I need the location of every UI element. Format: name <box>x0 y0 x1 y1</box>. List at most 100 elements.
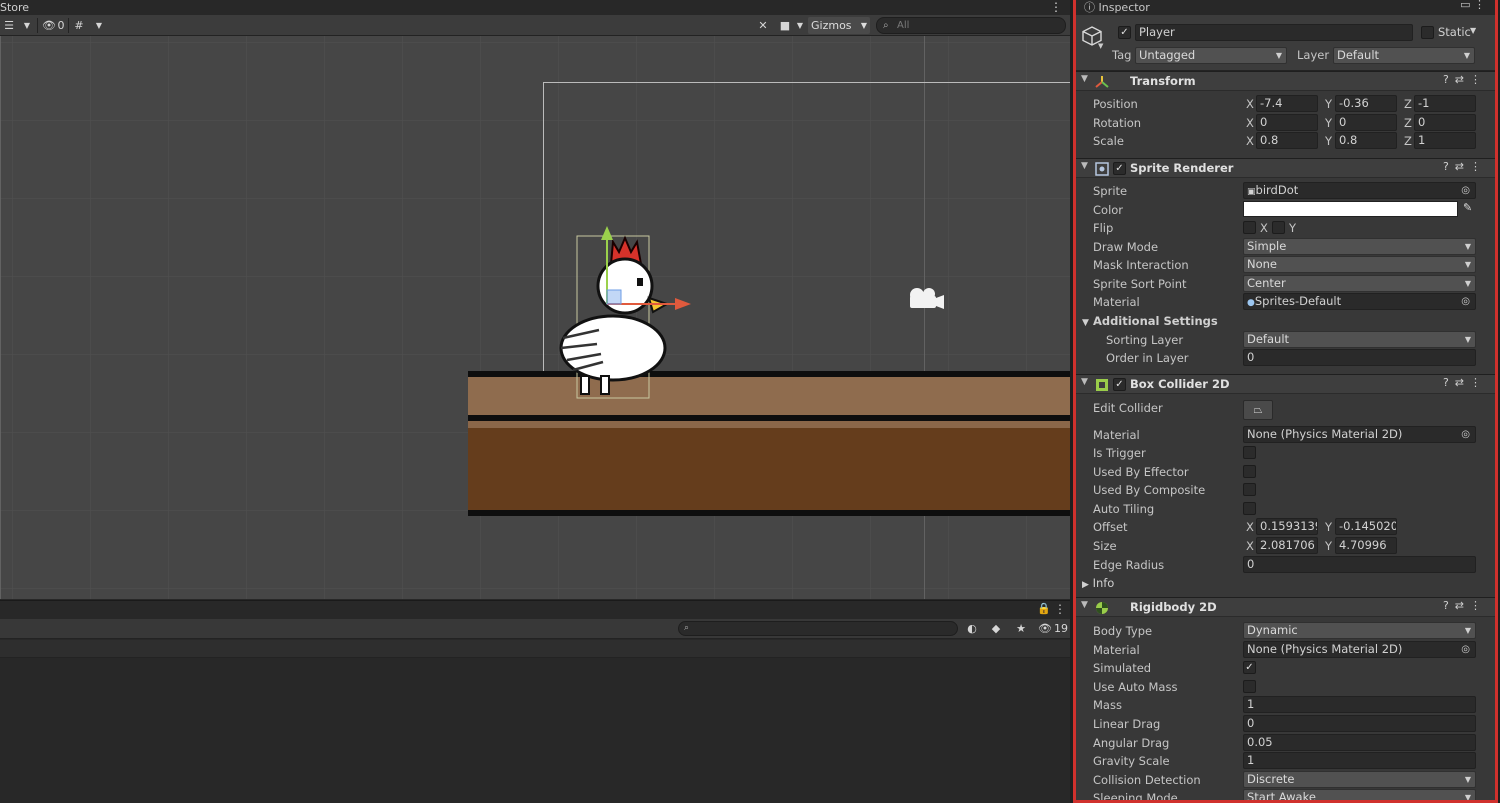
gravity-scale-input[interactable]: 1 <box>1243 752 1476 769</box>
component-header-buttons[interactable]: ?⇄⋮ <box>1443 376 1487 389</box>
chevron-down-icon: ▼ <box>1464 775 1471 784</box>
edit-collider-button[interactable]: ⏢ <box>1243 400 1273 420</box>
box-collider-header[interactable]: ▼ ✓ Box Collider 2D ?⇄⋮ <box>1076 374 1495 394</box>
object-picker-icon[interactable]: ◎ <box>1461 183 1470 198</box>
size-y-input[interactable]: 4.70996 <box>1335 537 1397 554</box>
rb-material-label: Material <box>1093 643 1140 657</box>
grid-dropdown-arrow-icon[interactable]: ▼ <box>92 17 106 34</box>
favorites-star-icon[interactable]: ★ <box>1013 620 1029 637</box>
body-type-dropdown[interactable]: Dynamic ▼ <box>1243 622 1476 639</box>
layers-icon[interactable]: ☰ <box>2 17 16 34</box>
material-value: Sprites-Default <box>1254 294 1342 308</box>
sorting-layer-dropdown[interactable]: Default ▼ <box>1243 331 1476 348</box>
used-by-effector-checkbox[interactable] <box>1243 465 1256 478</box>
lock-icon[interactable]: 🔒 <box>1037 602 1051 615</box>
rotation-y-input[interactable]: 0 <box>1335 114 1397 131</box>
draw-mode-dropdown[interactable]: Simple ▼ <box>1243 238 1476 255</box>
flip-y-checkbox[interactable] <box>1272 221 1285 234</box>
layers-dropdown-arrow-icon[interactable]: ▼ <box>20 17 34 34</box>
position-x-input[interactable]: -7.4 <box>1256 95 1318 112</box>
more-options-icon[interactable]: ⋮ <box>1054 602 1066 616</box>
scale-y-input[interactable]: 0.8 <box>1335 132 1397 149</box>
scene-viewport[interactable] <box>0 36 1070 599</box>
used-by-composite-checkbox[interactable] <box>1243 483 1256 496</box>
order-in-layer-input[interactable]: 0 <box>1243 349 1476 366</box>
inspector-tab-title[interactable]: ⓘ Inspector <box>1084 0 1150 15</box>
grid-axis-line <box>0 36 1 599</box>
sprite-object-field[interactable]: ▣birdDot ◎ <box>1243 182 1476 199</box>
auto-tiling-checkbox[interactable] <box>1243 502 1256 515</box>
gizmos-dropdown-arrow-icon[interactable]: ▼ <box>861 17 867 34</box>
scale-x-input[interactable]: 0.8 <box>1256 132 1318 149</box>
eyedropper-icon[interactable]: ✎ <box>1463 201 1472 214</box>
material-object-field[interactable]: ●Sprites-Default ◎ <box>1243 293 1476 310</box>
object-name-input[interactable]: Player <box>1135 24 1413 41</box>
scale-z-input[interactable]: 1 <box>1414 132 1476 149</box>
static-dropdown-arrow-icon[interactable]: ▼ <box>1470 26 1476 35</box>
box-collider-enabled-checkbox[interactable]: ✓ <box>1113 378 1126 391</box>
tag-dropdown[interactable]: Untagged ▼ <box>1135 47 1287 64</box>
mass-input[interactable]: 1 <box>1243 696 1476 713</box>
foldout-arrow-icon[interactable]: ▼ <box>1081 600 1088 610</box>
axis-z-label: Z <box>1404 134 1412 148</box>
grid-snap-icon[interactable]: # <box>71 17 87 34</box>
component-header-buttons[interactable]: ?⇄⋮ <box>1443 599 1487 612</box>
linear-drag-input[interactable]: 0 <box>1243 715 1476 732</box>
more-options-icon[interactable]: ⋮ <box>1050 0 1062 14</box>
foldout-arrow-icon[interactable]: ▼ <box>1081 74 1088 84</box>
angular-drag-input[interactable]: 0.05 <box>1243 734 1476 751</box>
flip-x-checkbox[interactable] <box>1243 221 1256 234</box>
transform-header[interactable]: ▼ Transform ?⇄⋮ <box>1076 71 1495 91</box>
object-picker-icon[interactable]: ◎ <box>1461 294 1470 309</box>
use-auto-mass-checkbox[interactable] <box>1243 680 1256 693</box>
object-picker-icon[interactable]: ◎ <box>1461 427 1470 442</box>
player-bird-sprite[interactable] <box>543 226 693 401</box>
sleeping-mode-dropdown[interactable]: Start Awake ▼ <box>1243 789 1476 800</box>
sprite-label: Sprite <box>1093 184 1128 198</box>
size-x-input[interactable]: 2.081706 <box>1256 537 1318 554</box>
collision-detection-dropdown[interactable]: Discrete ▼ <box>1243 771 1476 788</box>
rigidbody-header[interactable]: ▼ Rigidbody 2D ?⇄⋮ <box>1076 597 1495 617</box>
rotation-z-input[interactable]: 0 <box>1414 114 1476 131</box>
gizmos-button[interactable]: Gizmos ▼ <box>808 17 870 34</box>
additional-settings-foldout[interactable]: ▼ Additional Settings <box>1082 314 1218 328</box>
color-swatch[interactable] <box>1243 201 1458 217</box>
position-y-input[interactable]: -0.36 <box>1335 95 1397 112</box>
mask-interaction-dropdown[interactable]: None ▼ <box>1243 256 1476 273</box>
foldout-arrow-icon[interactable]: ▼ <box>1081 161 1088 171</box>
scene-search-input[interactable]: ⌕ All <box>876 17 1066 34</box>
sprite-renderer-enabled-checkbox[interactable]: ✓ <box>1113 162 1126 175</box>
filter-by-label-icon[interactable]: ◆ <box>988 620 1004 637</box>
position-z-input[interactable]: -1 <box>1414 95 1476 112</box>
component-header-buttons[interactable]: ?⇄⋮ <box>1443 73 1487 86</box>
info-foldout[interactable]: ▶ Info <box>1082 576 1114 590</box>
camera-icon[interactable]: ■ <box>777 17 793 34</box>
sprite-value: birdDot <box>1255 183 1299 197</box>
object-picker-icon[interactable]: ◎ <box>1461 642 1470 657</box>
offset-y-input[interactable]: -0.145020 <box>1335 518 1397 535</box>
inspector-tab-menu-icon[interactable]: ▭ ⋮ <box>1460 0 1485 11</box>
foldout-arrow-icon: ▼ <box>1082 318 1089 328</box>
offset-x-input[interactable]: 0.1593139 <box>1256 518 1318 535</box>
bottom-panel-search-input[interactable]: ⌕ <box>678 621 958 636</box>
active-checkbox[interactable]: ✓ <box>1118 26 1131 39</box>
edge-radius-input[interactable]: 0 <box>1243 556 1476 573</box>
camera-gizmo-icon[interactable] <box>906 286 946 312</box>
rb-material-field[interactable]: None (Physics Material 2D) ◎ <box>1243 641 1476 658</box>
tools-icon[interactable]: ✕ <box>755 17 771 34</box>
static-checkbox[interactable] <box>1421 26 1434 39</box>
hidden-packages-icon[interactable]: 👁 <box>1036 620 1054 637</box>
icon-dropdown-arrow-icon[interactable]: ▼ <box>1098 42 1103 50</box>
is-trigger-checkbox[interactable] <box>1243 446 1256 459</box>
component-header-buttons[interactable]: ?⇄⋮ <box>1443 160 1487 173</box>
layer-dropdown[interactable]: Default ▼ <box>1333 47 1475 64</box>
filter-by-type-icon[interactable]: ◐ <box>963 620 981 637</box>
foldout-arrow-icon[interactable]: ▼ <box>1081 377 1088 387</box>
simulated-checkbox[interactable]: ✓ <box>1243 661 1256 674</box>
sprite-sort-point-dropdown[interactable]: Center ▼ <box>1243 275 1476 292</box>
scene-tab-title[interactable]: Store <box>0 1 29 14</box>
camera-dropdown-arrow-icon[interactable]: ▼ <box>794 17 806 34</box>
collider-material-field[interactable]: None (Physics Material 2D) ◎ <box>1243 426 1476 443</box>
rotation-x-input[interactable]: 0 <box>1256 114 1318 131</box>
sprite-renderer-header[interactable]: ▼ ✓ Sprite Renderer ?⇄⋮ <box>1076 158 1495 178</box>
